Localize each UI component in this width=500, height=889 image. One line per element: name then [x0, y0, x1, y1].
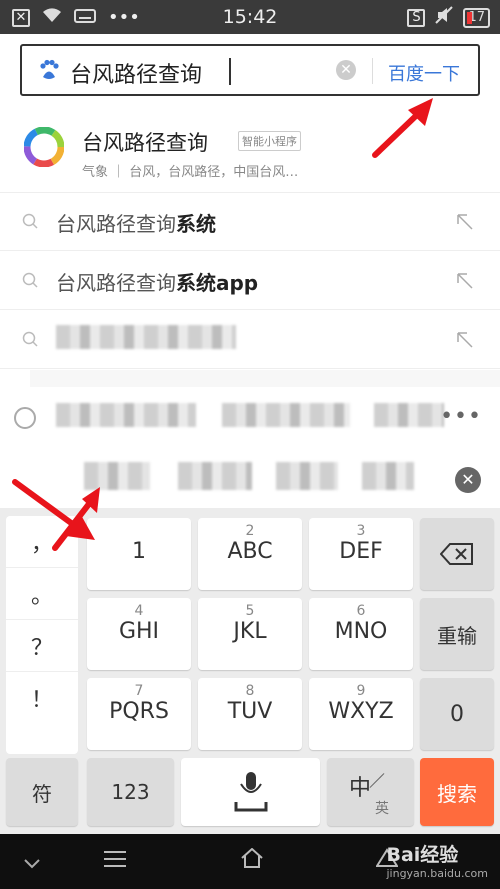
annotation-arrows: [12, 98, 433, 551]
arrow-to-search-button: [372, 98, 433, 158]
arrow-to-key-1: [12, 479, 100, 551]
